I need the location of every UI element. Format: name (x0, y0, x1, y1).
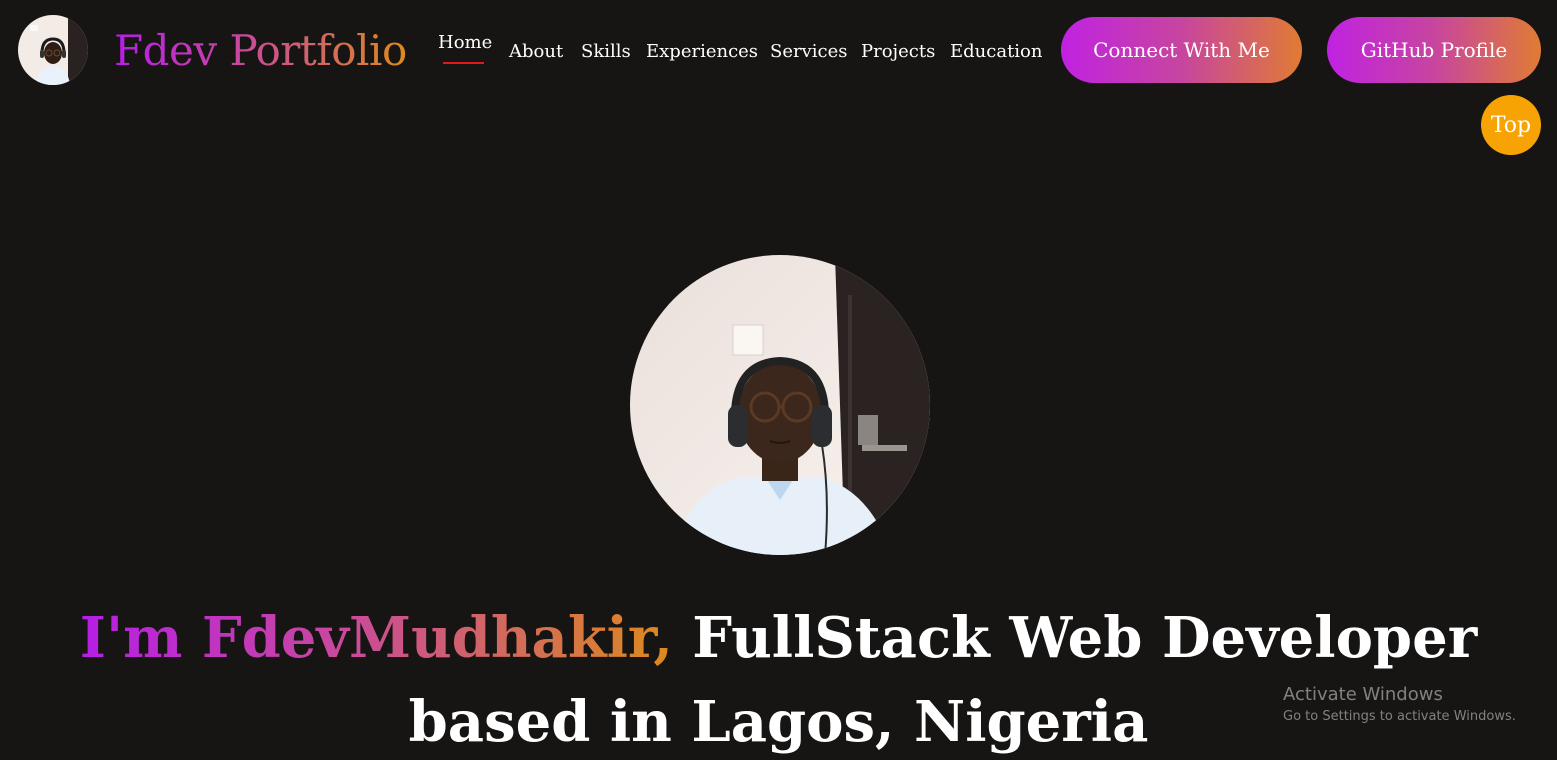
hero-headline: I'm FdevMudhakir, FullStack Web Develope… (0, 596, 1557, 760)
header-avatar[interactable] (18, 15, 88, 85)
watermark-subtitle: Go to Settings to activate Windows. (1283, 709, 1516, 724)
profile-photo-large (630, 255, 930, 555)
profile-photo-small (18, 15, 88, 85)
scroll-to-top-button[interactable]: Top (1481, 95, 1541, 155)
nav-about[interactable]: About (509, 40, 563, 64)
github-profile-button[interactable]: GitHub Profile (1327, 17, 1541, 83)
watermark-title: Activate Windows (1283, 684, 1443, 705)
nav-experiences[interactable]: Experiences (646, 40, 758, 64)
hero-avatar (630, 255, 930, 555)
nav-home[interactable]: Home (438, 31, 492, 55)
windows-activation-watermark: Activate Windows Go to Settings to activ… (1283, 684, 1516, 728)
site-brand[interactable]: Fdev Portfolio (114, 22, 407, 80)
portfolio-page: Fdev Portfolio Home About Skills Experie… (0, 0, 1557, 760)
nav-skills[interactable]: Skills (581, 40, 631, 64)
connect-with-me-button[interactable]: Connect With Me (1061, 17, 1302, 83)
nav-services[interactable]: Services (770, 40, 847, 64)
nav-projects[interactable]: Projects (861, 40, 935, 64)
hero-headline-name: I'm FdevMudhakir, (79, 605, 673, 671)
nav-education[interactable]: Education (950, 40, 1043, 64)
nav-active-underline (443, 62, 484, 64)
